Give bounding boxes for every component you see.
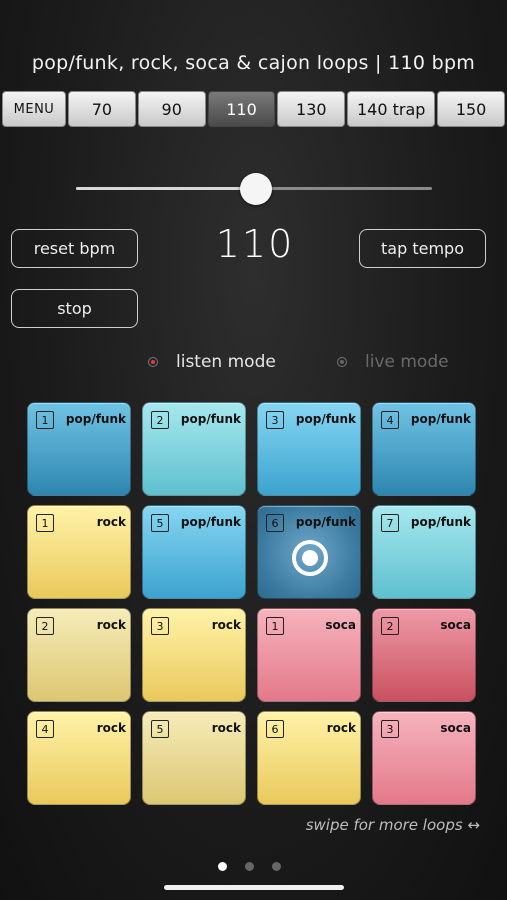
- pad-number: 2: [36, 617, 54, 635]
- pad-label: soca: [440, 618, 471, 632]
- radio-unselected-icon: [337, 357, 347, 367]
- loop-pad[interactable]: 1 rock: [27, 505, 131, 599]
- pad-number: 3: [381, 720, 399, 738]
- pad-label: pop/funk: [410, 412, 471, 426]
- bpm-display: 110: [215, 222, 295, 266]
- pad-label: soca: [325, 618, 356, 632]
- radio-selected-icon: [148, 357, 158, 367]
- pad-number: 2: [151, 411, 169, 429]
- pad-label: rock: [96, 618, 126, 632]
- loop-pad[interactable]: 2 rock: [27, 608, 131, 702]
- page-dot[interactable]: [272, 862, 281, 871]
- pad-number: 3: [266, 411, 284, 429]
- pad-label: rock: [326, 721, 356, 735]
- pad-label: soca: [440, 721, 471, 735]
- pad-number: 1: [36, 514, 54, 532]
- tempo-90-button[interactable]: 90: [137, 91, 206, 127]
- bpm-slider[interactable]: [76, 173, 432, 205]
- page-title: pop/funk, rock, soca & cajon loops | 110…: [31, 52, 476, 74]
- pad-number: 1: [36, 411, 54, 429]
- loop-pad[interactable]: 1 pop/funk: [27, 402, 131, 496]
- pad-label: pop/funk: [180, 412, 241, 426]
- loop-pad[interactable]: 3 soca: [372, 711, 476, 805]
- loop-pad[interactable]: 2 pop/funk: [142, 402, 246, 496]
- live-mode-option[interactable]: live mode: [337, 352, 449, 372]
- reset-bpm-button[interactable]: reset bpm: [11, 229, 138, 268]
- loop-pad[interactable]: 6 pop/funk: [257, 505, 361, 599]
- home-indicator[interactable]: [164, 885, 344, 890]
- pad-label: rock: [211, 618, 241, 632]
- page-dot[interactable]: [245, 862, 254, 871]
- loop-pad[interactable]: 4 rock: [27, 711, 131, 805]
- pad-number: 4: [36, 720, 54, 738]
- tempo-140-trap-button[interactable]: 140 trap: [347, 91, 436, 127]
- pad-number: 4: [381, 411, 399, 429]
- tempo-70-button[interactable]: 70: [68, 91, 136, 127]
- pad-label: rock: [211, 721, 241, 735]
- menu-button[interactable]: MENU: [2, 91, 66, 127]
- pad-label: pop/funk: [295, 412, 356, 426]
- slider-thumb[interactable]: [239, 173, 272, 205]
- pad-number: 5: [151, 514, 169, 532]
- tempo-110-button[interactable]: 110: [207, 91, 276, 127]
- loop-pad-grid: 1 pop/funk 2 pop/funk 3 pop/funk 4 pop/funk 1 roc…: [27, 402, 476, 805]
- pad-number: 6: [266, 720, 284, 738]
- loop-pad[interactable]: 6 rock: [257, 711, 361, 805]
- tempo-bar: MENU 70 90 110 130 140 trap 150: [2, 91, 505, 127]
- pad-number: 1: [266, 617, 284, 635]
- playing-indicator-icon: [292, 540, 328, 576]
- pad-label: pop/funk: [180, 515, 241, 529]
- stop-button[interactable]: stop: [11, 289, 138, 328]
- listen-mode-option[interactable]: listen mode: [148, 352, 276, 372]
- pad-label: pop/funk: [410, 515, 471, 529]
- pad-number: 5: [151, 720, 169, 738]
- tempo-150-button[interactable]: 150: [437, 91, 505, 127]
- loop-pad[interactable]: 4 pop/funk: [372, 402, 476, 496]
- loop-pad[interactable]: 2 soca: [372, 608, 476, 702]
- swipe-hint: swipe for more loops ↔: [305, 816, 480, 834]
- loop-pad[interactable]: 3 rock: [142, 608, 246, 702]
- pad-label: rock: [96, 721, 126, 735]
- pad-label: pop/funk: [65, 412, 126, 426]
- slider-fill: [76, 187, 256, 190]
- loop-pad[interactable]: 1 soca: [257, 608, 361, 702]
- pad-label: pop/funk: [295, 515, 356, 529]
- page-dot[interactable]: [218, 862, 227, 871]
- pad-number: 7: [381, 514, 399, 532]
- tempo-130-button[interactable]: 130: [277, 91, 346, 127]
- pad-number: 2: [381, 617, 399, 635]
- pad-number: 3: [151, 617, 169, 635]
- pad-number: 6: [266, 514, 284, 532]
- page-indicator[interactable]: [218, 862, 281, 871]
- listen-mode-label: listen mode: [176, 352, 276, 372]
- loop-pad[interactable]: 5 pop/funk: [142, 505, 246, 599]
- pad-label: rock: [96, 515, 126, 529]
- loop-pad[interactable]: 7 pop/funk: [372, 505, 476, 599]
- live-mode-label: live mode: [365, 352, 449, 372]
- loop-pad[interactable]: 5 rock: [142, 711, 246, 805]
- loop-pad[interactable]: 3 pop/funk: [257, 402, 361, 496]
- tap-tempo-button[interactable]: tap tempo: [359, 229, 486, 268]
